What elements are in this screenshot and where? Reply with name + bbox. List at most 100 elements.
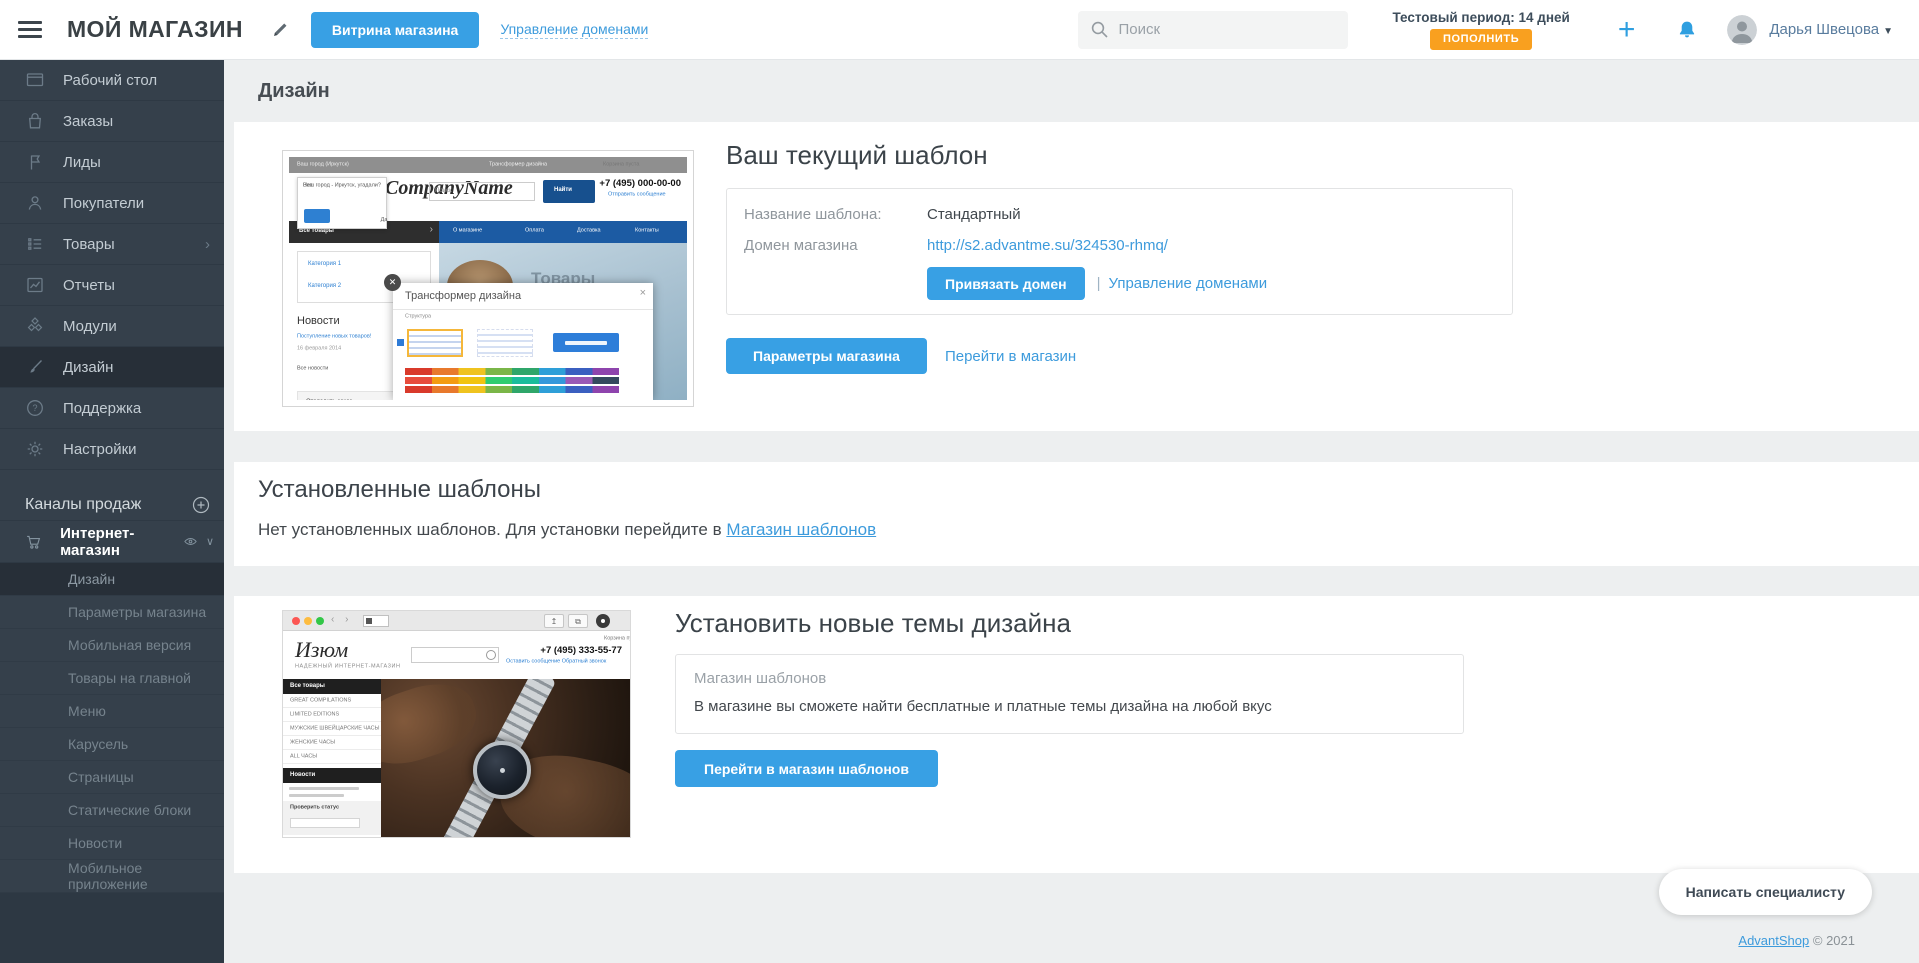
watch-face [473, 741, 531, 799]
subnav-label: Товары на главной [68, 670, 191, 686]
edit-pencil-icon[interactable] [271, 21, 289, 39]
sidebar-item-orders[interactable]: Заказы [0, 101, 224, 142]
thumb1-dialog-title: Трансформер дизайна [405, 290, 521, 302]
thumb2-logo: Изюм [295, 637, 348, 663]
sidebar-item-modules[interactable]: Модули [0, 306, 224, 347]
browser-chrome-bar: ‹ › ↥ ⧉ [283, 611, 630, 631]
main-content: Дизайн Ваш город (Иркутск) Трансформер д… [224, 0, 1919, 963]
trial-block: Тестовый период: 14 дней ПОПОЛНИТЬ [1392, 10, 1569, 50]
sidebar-channel-online-store[interactable]: Интернет-магазин ∨ [0, 520, 224, 563]
channel-label: Интернет-магазин [60, 525, 175, 559]
chevron-down-icon[interactable]: ∨ [206, 535, 214, 548]
layout-option-selected [407, 329, 463, 357]
sidebar-item-label: Заказы [63, 113, 113, 130]
thumb1-news-title: Новости [297, 315, 340, 327]
subnav-pages[interactable]: Страницы [0, 761, 224, 794]
subnav-label: Дизайн [68, 571, 115, 587]
browser-nav-arrows: ‹ › [331, 614, 352, 625]
traffic-light-yellow [304, 617, 312, 625]
new-themes-heading: Установить новые темы дизайна [675, 608, 1071, 639]
person-icon [25, 193, 45, 213]
subnav-label: Карусель [68, 736, 128, 752]
chevron-right-icon: › [205, 236, 210, 253]
advantshop-link[interactable]: AdvantShop [1738, 933, 1809, 948]
search-icon [1090, 20, 1109, 39]
store-params-button[interactable]: Параметры магазина [726, 338, 927, 374]
thumb1-no-link: Нет [303, 182, 391, 189]
subnav-label: Страницы [68, 769, 134, 785]
subnav-main-page-products[interactable]: Товары на главной [0, 662, 224, 695]
add-plus-icon[interactable]: + [1618, 16, 1636, 44]
thumb1-find-button: Найти [543, 180, 595, 203]
layout-option [477, 329, 533, 357]
page-title: Дизайн [258, 80, 330, 103]
user-avatar[interactable] [1727, 15, 1757, 45]
subnav-static-blocks[interactable]: Статические блоки [0, 794, 224, 827]
subnav-menu[interactable]: Меню [0, 695, 224, 728]
topup-button[interactable]: ПОПОЛНИТЬ [1430, 29, 1532, 50]
template-name-label: Название шаблона: [744, 206, 927, 223]
sidebar-item-label: Товары [63, 236, 115, 253]
sidebar-item-label: Лиды [63, 154, 101, 171]
sidebar-item-label: Поддержка [63, 400, 141, 417]
sidebar-item-design[interactable]: Дизайн [0, 347, 224, 388]
color-swatches-grid [405, 366, 619, 393]
close-icon: × [640, 287, 646, 299]
thumb2-check-status-box: Проверить статус [283, 801, 381, 835]
thumb1-city-tooltip: Ваш город - Иркутск, угадали? Да Нет [297, 177, 387, 229]
storefront-button[interactable]: Витрина магазина [311, 12, 479, 48]
subnav-design[interactable]: Дизайн [0, 563, 224, 596]
user-name: Дарья Швецова [1769, 21, 1879, 38]
thumb2-watch-photo [381, 679, 630, 837]
sidebar-item-leads[interactable]: Лиды [0, 142, 224, 183]
subnav-label: Мобильное приложение [68, 860, 224, 892]
subnav-news[interactable]: Новости [0, 827, 224, 860]
manage-domains-header-link[interactable]: Управление доменами [500, 21, 648, 39]
sales-channels-header: Каналы продаж [0, 490, 224, 520]
thumb1-search-input: Поиск [429, 182, 535, 201]
sidebar-item-reports[interactable]: Отчеты [0, 265, 224, 306]
add-channel-icon[interactable] [192, 496, 210, 514]
close-icon: ✕ [384, 274, 401, 291]
new-themes-card: ‹ › ↥ ⧉ Изюм НАДЕЖНЫЙ ИНТЕРНЕТ-МАГАЗИН К… [234, 596, 1919, 873]
bind-domain-button[interactable]: Привязать домен [927, 267, 1085, 300]
subnav-mobile-version[interactable]: Мобильная версия [0, 629, 224, 662]
sidebar: Рабочий стол Заказы Лиды Покупатели Това… [0, 60, 224, 963]
subnav-mobile-app[interactable]: Мобильное приложение [0, 860, 224, 893]
hamburger-menu-icon[interactable] [18, 21, 42, 38]
thumb2-search-input [411, 647, 499, 663]
thumb1-design-transformer-dialog: ✕ Трансформер дизайна × Структура [393, 283, 653, 400]
manage-domains-link[interactable]: Управление доменами [1108, 275, 1267, 292]
sidebar-item-label: Отчеты [63, 277, 115, 294]
notifications-bell-icon[interactable] [1677, 20, 1697, 40]
shopping-bag-icon [25, 111, 45, 131]
subnav-store-params[interactable]: Параметры магазина [0, 596, 224, 629]
subnav-label: Меню [68, 703, 106, 719]
sidebar-item-settings[interactable]: Настройки [0, 429, 224, 470]
chat-with-specialist-button[interactable]: Написать специалисту [1659, 869, 1872, 915]
subnav-carousel[interactable]: Карусель [0, 728, 224, 761]
thumb2-contact-links: Оставить сообщение Обратный звонок [506, 658, 606, 665]
sidebar-item-dashboard[interactable]: Рабочий стол [0, 60, 224, 101]
paintbrush-icon [25, 357, 45, 377]
chevron-down-icon: ▼ [1883, 26, 1893, 37]
sidebar-item-products[interactable]: Товары › [0, 224, 224, 265]
sidebar-item-label: Покупатели [63, 195, 144, 212]
sidebar-item-customers[interactable]: Покупатели [0, 183, 224, 224]
thumb2-left-column: Все товары GREAT COMPILATIONS LIMITED ED… [283, 679, 381, 837]
current-template-heading: Ваш текущий шаблон [726, 140, 988, 171]
sidebar-item-label: Рабочий стол [63, 72, 157, 89]
search-input[interactable] [1118, 21, 1318, 38]
goto-store-link[interactable]: Перейти в магазин [945, 348, 1076, 365]
sidebar-item-support[interactable]: ? Поддержка [0, 388, 224, 429]
theme-store-thumbnail: ‹ › ↥ ⧉ Изюм НАДЕЖНЫЙ ИНТЕРНЕТ-МАГАЗИН К… [282, 610, 631, 838]
template-store-link[interactable]: Магазин шаблонов [726, 520, 876, 539]
flag-icon [25, 152, 45, 172]
user-menu[interactable]: Дарья Швецова ▼ [1769, 21, 1893, 38]
chart-icon [25, 275, 45, 295]
visibility-eye-icon[interactable] [183, 534, 198, 549]
subnav-label: Параметры магазина [68, 604, 206, 620]
store-domain-link[interactable]: http://s2.advantme.su/324530-rhmq/ [927, 237, 1168, 254]
sidebar-filler [0, 893, 224, 963]
goto-theme-store-button[interactable]: Перейти в магазин шаблонов [675, 750, 938, 787]
